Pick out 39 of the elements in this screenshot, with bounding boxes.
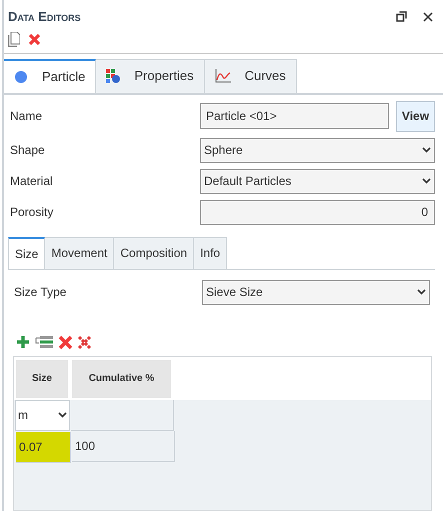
chevron-icon xyxy=(58,412,67,418)
chevron-icon xyxy=(422,178,431,184)
tab[interactable]: Composition xyxy=(114,236,194,268)
delete-icon[interactable] xyxy=(28,32,41,46)
tab[interactable]: Info xyxy=(194,236,228,268)
delete-all-icon[interactable] xyxy=(77,334,92,350)
panel-title: Data Editors xyxy=(8,8,81,26)
line-chart-icon xyxy=(214,69,231,83)
dropdown-select[interactable]: Sphere xyxy=(200,138,435,162)
text-field[interactable]: Particle <01> xyxy=(200,103,389,129)
number-field[interactable]: 0 xyxy=(200,200,435,224)
grid-info-icon xyxy=(106,69,120,83)
chevron-icon xyxy=(422,147,431,153)
copy-icon[interactable] xyxy=(8,32,20,46)
tab[interactable]: Movement xyxy=(45,236,114,268)
unit-select[interactable]: m xyxy=(15,400,70,430)
restore-icon[interactable] xyxy=(396,11,407,22)
column-header[interactable]: Cumulative % xyxy=(72,360,171,398)
chevron-icon xyxy=(417,289,426,295)
column-header[interactable]: Size xyxy=(16,360,68,398)
insert-row-icon[interactable] xyxy=(34,335,54,349)
size-type-select[interactable]: Sieve Size xyxy=(202,280,430,304)
tab[interactable]: Size xyxy=(8,236,46,268)
view-button[interactable]: View xyxy=(396,100,435,132)
table-cell[interactable]: 0.07 xyxy=(16,432,71,462)
tab[interactable]: Properties xyxy=(96,58,205,92)
field-label: Material xyxy=(10,173,54,190)
close-icon[interactable] xyxy=(423,12,433,22)
tab[interactable]: Curves xyxy=(204,58,297,92)
circle-icon xyxy=(14,70,28,84)
dropdown-select[interactable]: Default Particles xyxy=(200,168,435,194)
delete-row-icon[interactable] xyxy=(58,334,73,350)
field-label: Name xyxy=(10,108,44,125)
tab[interactable]: Particle xyxy=(4,58,96,92)
table-cell[interactable]: 100 xyxy=(72,430,175,462)
field-label: Size Type xyxy=(14,284,66,301)
field-label: Shape xyxy=(10,142,46,159)
field-label: Porosity xyxy=(10,204,54,221)
plus-icon[interactable] xyxy=(16,335,30,349)
